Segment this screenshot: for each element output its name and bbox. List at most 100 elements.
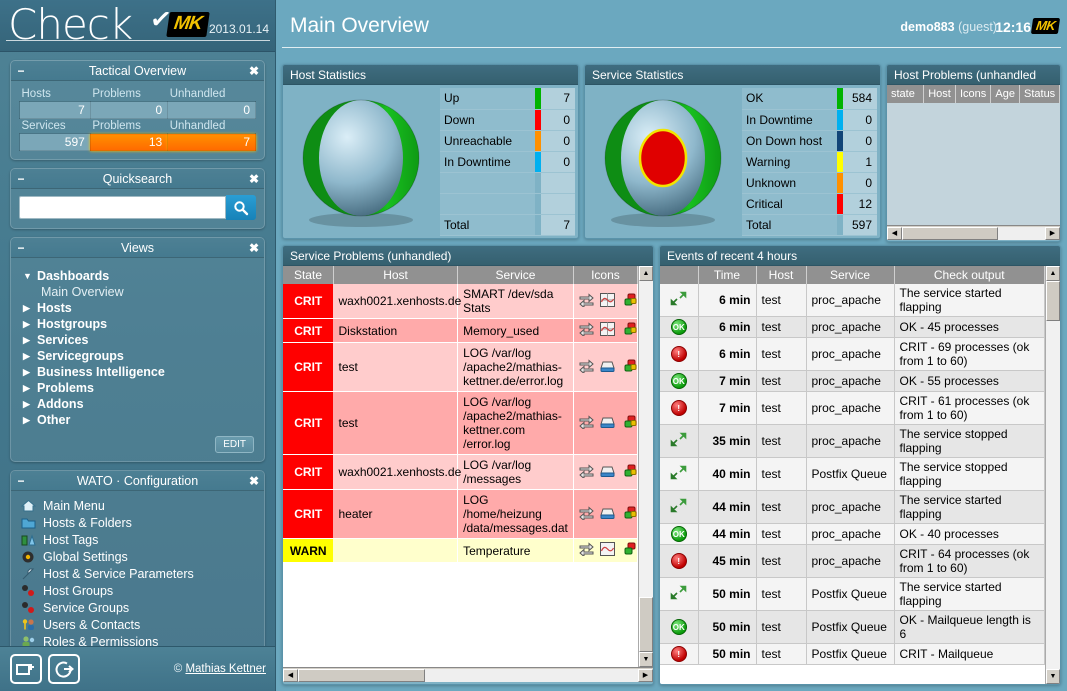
column-header-service[interactable]: Service — [806, 266, 894, 284]
swap-icon[interactable] — [579, 506, 594, 523]
cell-service[interactable]: Postfix Queue — [806, 578, 894, 611]
cell-host[interactable]: test — [756, 425, 806, 458]
vscroll-thumb[interactable] — [639, 597, 653, 652]
scroll-left-icon[interactable]: ◀ — [887, 227, 902, 240]
table-row[interactable]: OK 50 min test Postfix Queue OK - Mailqu… — [660, 611, 1045, 644]
table-row[interactable]: WARN Temperature — [283, 539, 638, 563]
views-item-main-overview[interactable]: Main Overview — [23, 284, 256, 300]
scroll-down-icon[interactable]: ▼ — [639, 652, 653, 667]
cell-host[interactable]: test — [756, 578, 806, 611]
cell-host[interactable]: test — [756, 491, 806, 524]
stats-row[interactable]: Unreachable 0 — [440, 130, 575, 151]
tac-services-unhandled[interactable]: 7 — [168, 134, 256, 151]
add-snapin-button[interactable] — [10, 654, 42, 684]
state-badge[interactable]: CRIT — [283, 343, 333, 392]
table-row[interactable]: CRIT waxh0021.xenhosts.de LOG /var/log /… — [283, 455, 638, 490]
cell-time[interactable]: 35 min — [698, 425, 756, 458]
search-button[interactable] — [226, 195, 256, 220]
state-badge[interactable]: CRIT — [283, 455, 333, 490]
wato-item-host-groups[interactable]: Host Groups — [19, 582, 256, 599]
column-header-host[interactable]: Host — [924, 85, 956, 103]
logout-button[interactable] — [48, 654, 80, 684]
cell-time[interactable]: 6 min — [698, 317, 756, 338]
cell-time[interactable]: 40 min — [698, 458, 756, 491]
trafficlight-icon[interactable] — [622, 415, 637, 432]
cell-time[interactable]: 44 min — [698, 524, 756, 545]
views-item-other[interactable]: ▶ Other — [23, 412, 256, 428]
search-input[interactable] — [19, 196, 226, 219]
close-icon[interactable]: ✖ — [244, 241, 264, 255]
cell-host[interactable]: heater — [333, 490, 457, 539]
tac-hosts-problems[interactable]: 0 — [90, 102, 167, 119]
stats-row[interactable]: In Downtime 0 — [440, 151, 575, 172]
swap-icon[interactable] — [579, 542, 594, 559]
wato-item-hosts-folders[interactable]: Hosts & Folders — [19, 514, 256, 531]
cell-service[interactable]: proc_apache — [806, 545, 894, 578]
scroll-right-icon[interactable]: ▶ — [1045, 227, 1060, 240]
tac-services-total[interactable]: 597 — [20, 134, 91, 151]
stats-row[interactable]: Unknown 0 — [742, 172, 877, 193]
table-row[interactable]: CRIT heater LOG /home/heizung /data/mess… — [283, 490, 638, 539]
table-row[interactable]: ! 45 min test proc_apache CRIT - 64 proc… — [660, 545, 1045, 578]
hscroll-track[interactable] — [998, 227, 1045, 240]
vscroll-track[interactable] — [1046, 321, 1060, 669]
cell-time[interactable]: 6 min — [698, 338, 756, 371]
table-row[interactable]: 6 min test proc_apache The service start… — [660, 284, 1045, 317]
table-row[interactable]: ! 7 min test proc_apache CRIT - 61 proce… — [660, 392, 1045, 425]
scroll-left-icon[interactable]: ◀ — [283, 669, 298, 682]
tac-hosts-total[interactable]: 7 — [20, 102, 91, 119]
cell-time[interactable]: 50 min — [698, 644, 756, 665]
close-icon[interactable]: ✖ — [244, 64, 264, 78]
service-problems-vscrollbar[interactable]: ▲ ▼ — [638, 266, 653, 667]
views-item-dashboards[interactable]: ▼ Dashboards — [23, 268, 256, 284]
table-row[interactable]: OK 44 min test proc_apache OK - 40 proce… — [660, 524, 1045, 545]
cell-service[interactable]: proc_apache — [806, 392, 894, 425]
graph-icon[interactable] — [600, 322, 615, 339]
vscroll-track[interactable] — [639, 281, 653, 597]
scroll-down-icon[interactable]: ▼ — [1046, 669, 1060, 684]
column-header-icons[interactable]: Icons — [956, 85, 991, 103]
cell-host[interactable]: test — [756, 317, 806, 338]
swap-icon[interactable] — [579, 322, 594, 339]
cell-host[interactable] — [333, 539, 457, 563]
scroll-right-icon[interactable]: ▶ — [638, 669, 653, 682]
graph-icon[interactable] — [600, 542, 615, 559]
table-row[interactable]: CRIT Diskstation Memory_used — [283, 319, 638, 343]
wato-item-host-service-parameters[interactable]: Host & Service Parameters — [19, 565, 256, 582]
cell-host[interactable]: test — [756, 284, 806, 317]
scroll-up-icon[interactable]: ▲ — [639, 266, 653, 281]
stats-row[interactable]: Down 0 — [440, 109, 575, 130]
views-item-business-intelligence[interactable]: ▶ Business Intelligence — [23, 364, 256, 380]
cell-service[interactable]: proc_apache — [806, 284, 894, 317]
cell-service[interactable]: proc_apache — [806, 371, 894, 392]
cell-time[interactable]: 7 min — [698, 392, 756, 425]
cell-host[interactable]: test — [756, 545, 806, 578]
column-header-icon[interactable] — [660, 266, 698, 284]
minimize-icon[interactable]: − — [11, 474, 31, 488]
logfile-icon[interactable] — [600, 506, 615, 523]
swap-icon[interactable] — [579, 359, 594, 376]
column-header-state[interactable]: State — [283, 266, 333, 284]
swap-icon[interactable] — [579, 464, 594, 481]
state-badge[interactable]: CRIT — [283, 319, 333, 343]
cell-service[interactable]: LOG /var/log /apache2/mathias-kettner.de… — [458, 343, 574, 392]
wato-item-global-settings[interactable]: Global Settings — [19, 548, 256, 565]
stats-row[interactable]: In Downtime 0 — [742, 109, 877, 130]
cell-host[interactable]: waxh0021.xenhosts.de — [333, 284, 457, 319]
state-badge[interactable]: WARN — [283, 539, 333, 563]
cell-service[interactable]: Postfix Queue — [806, 611, 894, 644]
table-row[interactable]: 35 min test proc_apache The service stop… — [660, 425, 1045, 458]
cell-service[interactable]: proc_apache — [806, 425, 894, 458]
views-item-hosts[interactable]: ▶ Hosts — [23, 300, 256, 316]
vscroll-thumb[interactable] — [1046, 281, 1060, 321]
events-vscrollbar[interactable]: ▲ ▼ — [1045, 266, 1060, 684]
stats-row[interactable]: Up 7 — [440, 88, 575, 109]
stats-total-row[interactable]: Total 7 — [440, 214, 575, 235]
trafficlight-icon[interactable] — [622, 506, 637, 523]
column-header-state[interactable]: state — [887, 85, 924, 103]
cell-service[interactable]: Postfix Queue — [806, 458, 894, 491]
cell-host[interactable]: Diskstation — [333, 319, 457, 343]
column-header-host[interactable]: Host — [756, 266, 806, 284]
close-icon[interactable]: ✖ — [244, 172, 264, 186]
copyright-link[interactable]: Mathias Kettner — [185, 663, 266, 675]
